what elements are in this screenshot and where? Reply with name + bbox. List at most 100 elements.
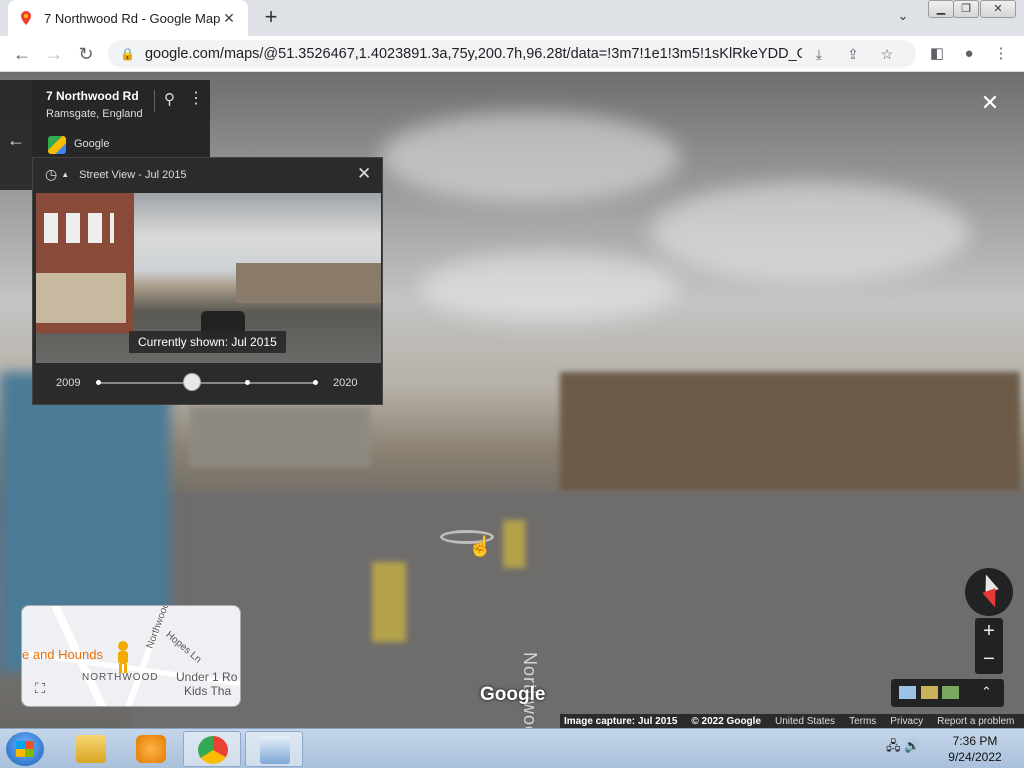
location-pin-icon[interactable]: ⚲	[164, 90, 175, 108]
system-tray[interactable]: 🖧 🔊	[886, 737, 920, 759]
close-history-button[interactable]: ✕	[357, 164, 371, 184]
minimap[interactable]: Northwood Hopes Ln e and Hounds NORTHWOO…	[21, 605, 241, 707]
compass-south-needle	[982, 588, 1002, 610]
address-bar[interactable]: 🔒 google.com/maps/@51.3526467,1.4023891.…	[108, 40, 916, 68]
street-view-history-panel: ◷ ▲ Street View - Jul 2015 ✕ Currently s…	[32, 157, 383, 405]
thumbnail-shop	[36, 273, 126, 323]
taskbar-app[interactable]	[245, 731, 303, 767]
copyright: © 2022 Google	[691, 715, 762, 727]
road	[128, 492, 1024, 728]
source-label: Google	[74, 138, 110, 150]
timeline-tick[interactable]	[96, 380, 101, 385]
report-problem-link[interactable]: Report a problem	[937, 716, 1014, 727]
back-button[interactable]: ←	[10, 42, 34, 66]
timeline-track[interactable]	[98, 382, 316, 384]
profile-avatar-icon[interactable]: ●	[957, 42, 981, 66]
expand-up-icon[interactable]: ⌃	[981, 684, 992, 700]
bollard	[372, 562, 406, 642]
map-label-poi: e and Hounds	[22, 647, 103, 662]
map-label: Northwood	[144, 605, 172, 651]
cloud	[380, 112, 680, 202]
share-icon[interactable]: ⇪	[836, 46, 870, 63]
map-label: Under 1 Ro	[176, 670, 238, 684]
tab-strip: 7 Northwood Rd - Google Maps ✕ + ⌄ ▁ ❐ ✕	[0, 0, 1024, 36]
caret-up-icon: ▲	[61, 170, 70, 179]
timeline-start-year: 2009	[56, 377, 81, 389]
reload-button[interactable]: ↻	[74, 42, 98, 66]
tab-close-button[interactable]: ✕	[220, 10, 238, 27]
volume-icon[interactable]: 🔊	[904, 738, 920, 753]
media-player-icon	[136, 735, 166, 763]
tab-google-maps[interactable]: 7 Northwood Rd - Google Maps ✕	[8, 0, 248, 36]
terms-link[interactable]: Terms	[849, 716, 876, 727]
imagery-layers-control[interactable]: ⌃	[891, 679, 1004, 707]
map-label: Hopes Ln	[163, 629, 204, 666]
bookmark-star-icon[interactable]: ☆	[870, 46, 904, 63]
tab-search-chevron-icon[interactable]: ⌄	[893, 8, 913, 28]
currently-shown-caption: Currently shown: Jul 2015	[129, 331, 286, 353]
map-label: Kids Tha	[184, 684, 232, 698]
forward-button[interactable]: →	[42, 42, 66, 66]
privacy-link[interactable]: Privacy	[890, 716, 923, 727]
history-thumbnail[interactable]: Currently shown: Jul 2015	[36, 193, 381, 363]
install-icon[interactable]: ⤓	[802, 46, 836, 63]
history-clock-icon: ◷	[45, 166, 58, 182]
place-name: 7 Northwood Rd	[46, 89, 139, 103]
pegman-icon[interactable]	[112, 640, 134, 674]
thumbnail-far-houses	[236, 263, 381, 303]
layer-thumb-street[interactable]	[921, 686, 938, 699]
place-locality: Ramsgate, England	[46, 108, 143, 120]
map-footer: Image capture: Jul 2015 © 2022 Google Un…	[560, 714, 1024, 728]
zoom-control: + −	[975, 618, 1003, 674]
cloud	[650, 182, 970, 282]
close-street-view-button[interactable]: ✕	[979, 92, 1001, 114]
building	[190, 407, 370, 467]
google-watermark: Google	[480, 684, 546, 705]
close-window-button[interactable]: ✕	[980, 0, 1016, 18]
country-link[interactable]: United States	[775, 716, 835, 727]
history-header[interactable]: ◷ ▲ Street View - Jul 2015	[45, 166, 187, 183]
google-maps-logo-icon	[48, 136, 66, 154]
hand-cursor-icon: ☝	[468, 536, 493, 558]
compass-icon[interactable]	[965, 568, 1013, 616]
clock-date[interactable]: 9/24/2022	[940, 750, 1010, 764]
timeline-end-year: 2020	[333, 377, 358, 389]
google-maps-icon	[21, 11, 31, 25]
taskbar-chrome[interactable]	[183, 731, 241, 767]
layer-thumb-sky[interactable]	[899, 686, 916, 699]
back-arrow-button[interactable]: ←	[0, 80, 32, 190]
taskbar-explorer[interactable]	[62, 731, 120, 767]
folder-icon	[76, 735, 106, 763]
clock-time[interactable]: 7:36 PM	[950, 734, 1000, 748]
taskbar-media-player[interactable]	[122, 731, 180, 767]
new-tab-button[interactable]: +	[258, 4, 284, 30]
side-panel-icon[interactable]: ◧	[925, 42, 949, 66]
divider	[154, 90, 155, 112]
timeline-slider-handle[interactable]	[183, 373, 201, 391]
network-icon[interactable]: 🖧	[886, 738, 901, 753]
lock-icon: 🔒	[120, 47, 135, 61]
restore-button[interactable]: ❐	[953, 0, 979, 18]
browser-toolbar: ← → ↻ 🔒 google.com/maps/@51.3526467,1.40…	[0, 36, 1024, 72]
start-button[interactable]	[6, 732, 44, 766]
more-options-icon[interactable]: ⋮	[188, 88, 204, 108]
minimize-button[interactable]: ▁	[928, 0, 954, 18]
history-header-label: Street View - Jul 2015	[79, 168, 187, 181]
street-view-panorama[interactable]: ✕ Northwood Rd ☝ Google ← 7 Northwood Rd…	[0, 72, 1024, 728]
control-panel-icon	[260, 736, 290, 764]
menu-kebab-icon[interactable]: ⋮	[989, 42, 1013, 66]
taskbar: 🖧 🔊 7:36 PM 9/24/2022	[0, 728, 1024, 768]
cloud	[420, 252, 680, 322]
timeline-tick[interactable]	[245, 380, 250, 385]
chrome-icon	[198, 736, 228, 764]
layer-thumb-satellite[interactable]	[942, 686, 959, 699]
zoom-in-button[interactable]: +	[975, 618, 1003, 646]
windows-logo-icon	[16, 741, 34, 757]
zoom-out-button[interactable]: −	[975, 646, 1003, 674]
url-text: google.com/maps/@51.3526467,1.4023891.3a…	[144, 46, 802, 62]
tab-title: 7 Northwood Rd - Google Maps	[44, 10, 220, 26]
bollard	[503, 520, 525, 568]
image-capture-date: Image capture: Jul 2015	[564, 715, 678, 727]
expand-map-icon[interactable]: ⛶	[31, 680, 49, 698]
timeline-tick[interactable]	[313, 380, 318, 385]
